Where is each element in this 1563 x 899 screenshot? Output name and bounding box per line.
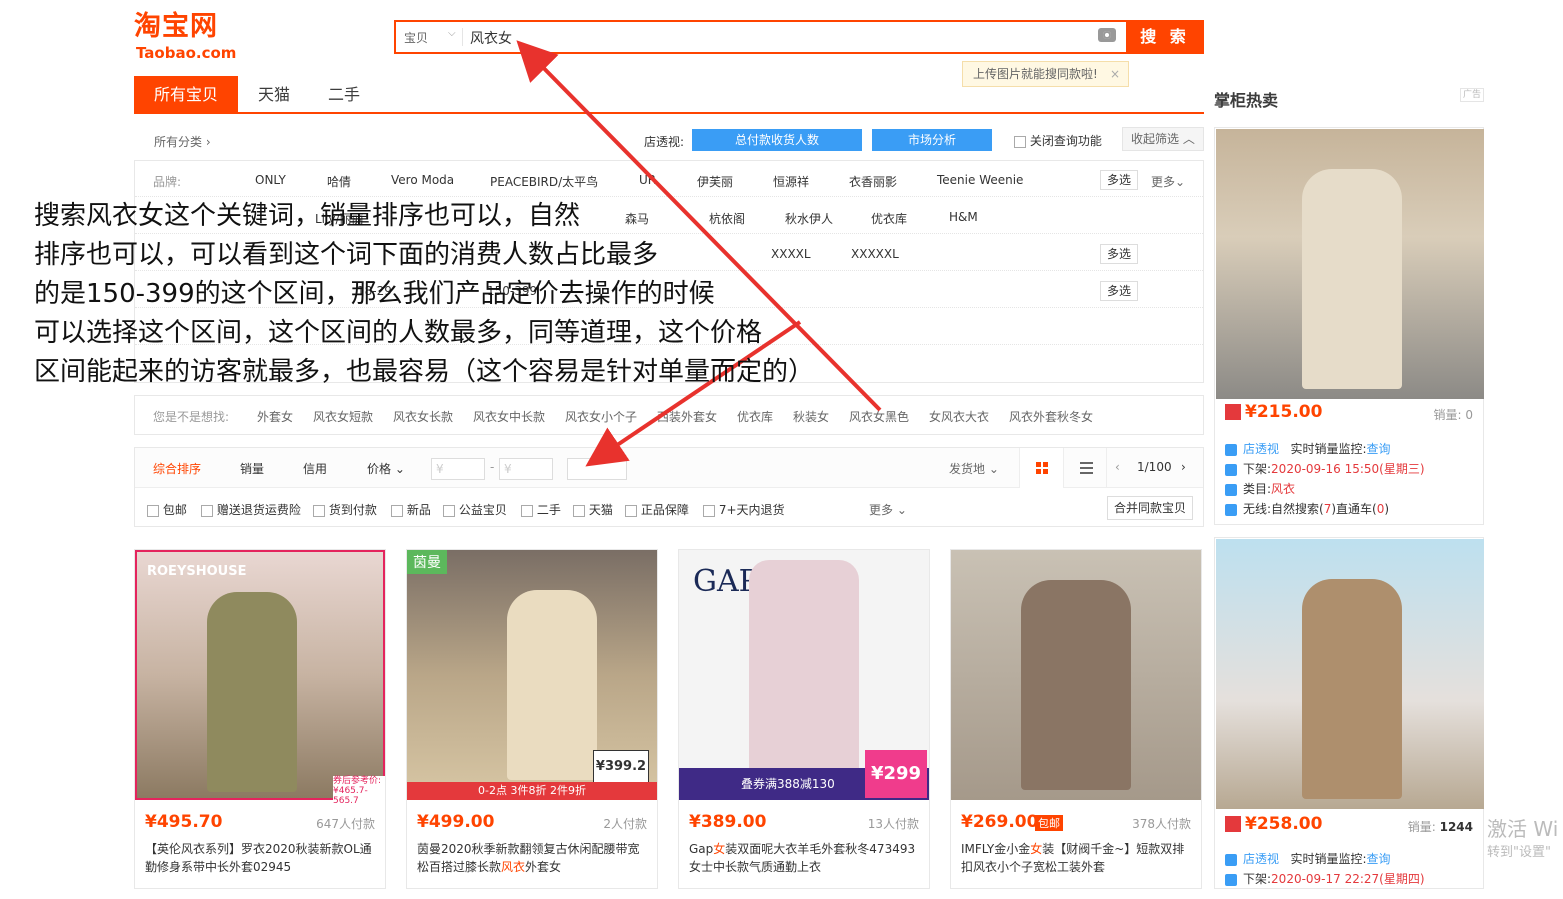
- annotation-line: 可以选择这个区间，这个区间的人数最多，同等道理，这个价格: [34, 318, 763, 348]
- annotation-line: 区间能起来的访客就最多，也最容易（这个容易是针对单量而定的）: [34, 357, 815, 387]
- annotation-text: 搜索风衣女这个关键词，销量排序也可以，自然 排序也可以，可以看到这个词下面的消费…: [34, 197, 914, 392]
- annotation-line: 排序也可以，可以看到这个词下面的消费人数占比最多: [34, 240, 659, 270]
- annotation-arrows: [516, 40, 882, 467]
- activation-watermark-sub: 转到"设置": [1487, 845, 1551, 860]
- activation-watermark: 激活 Wi: [1487, 817, 1559, 841]
- annotation-line: 的是150-399的这个区间，那么我们产品定价去操作的时候: [34, 279, 715, 309]
- annotation-line: 搜索风衣女这个关键词，销量排序也可以，自然: [34, 201, 581, 231]
